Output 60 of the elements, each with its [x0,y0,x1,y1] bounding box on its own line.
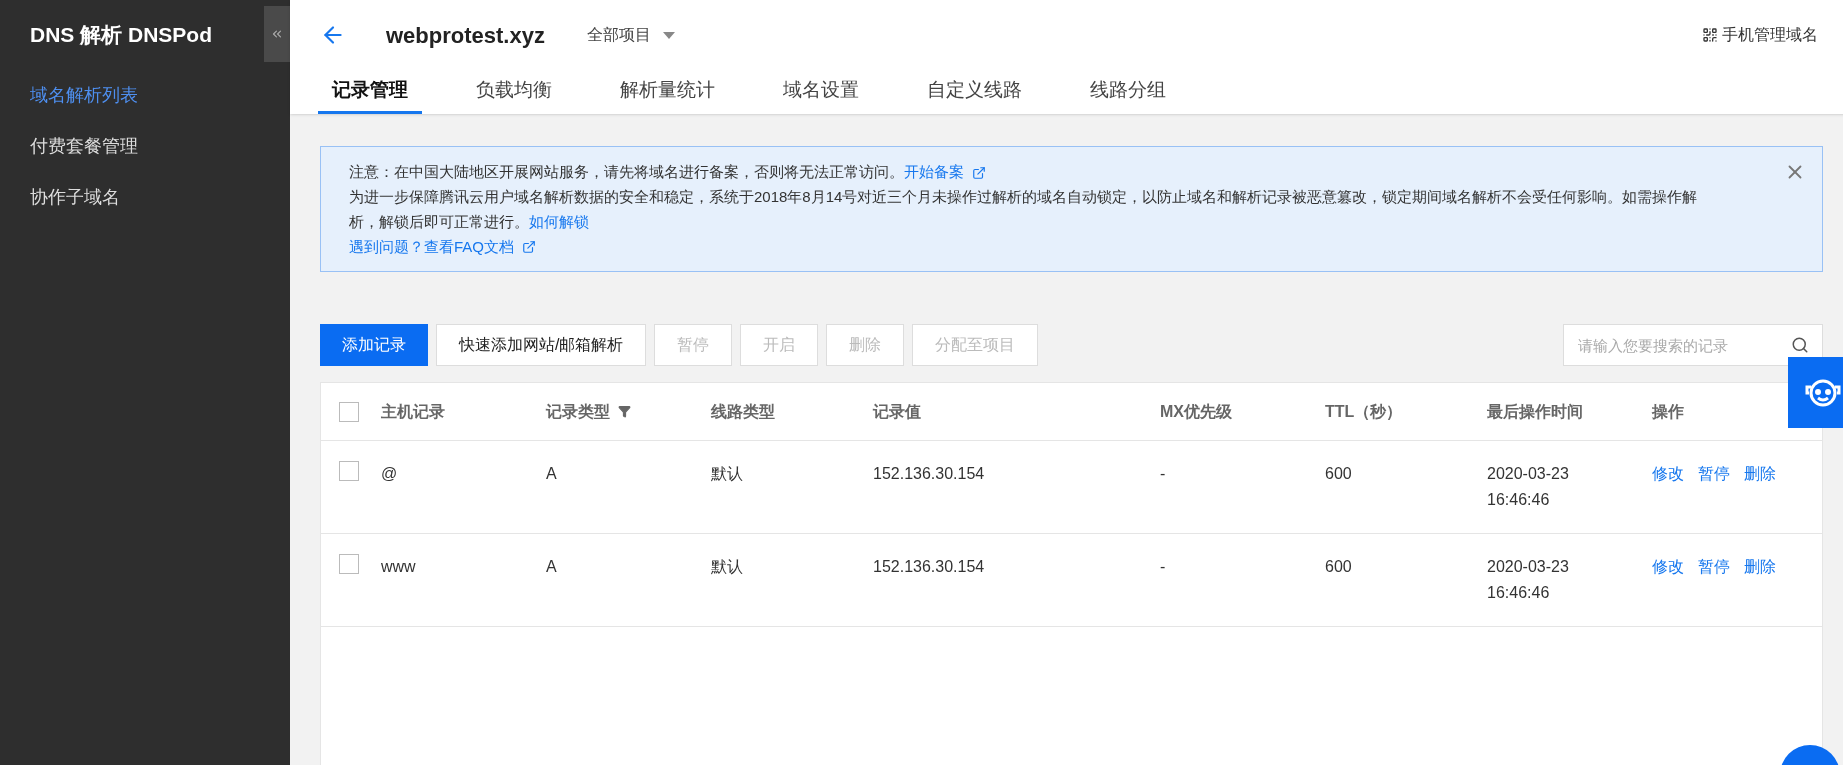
action-link[interactable]: 删除 [1744,554,1776,580]
table-cell-text: 600 [1325,464,1353,484]
external-link-icon [522,239,536,254]
mobile-manage-link[interactable]: 手机管理域名 [1702,23,1818,47]
toolbar-button[interactable]: 快速添加网站/邮箱解析 [436,324,647,366]
sidebar-item[interactable]: 协作子域名 [0,172,290,223]
notice-link[interactable]: 开始备案 [904,163,964,180]
column-header: TTL（秒） [1325,401,1403,422]
notice-text: 为进一步保障腾讯云用户域名解析数据的安全和稳定，系统于2018年8月14号对近三个月未操作过解析的域名自动锁定，以防止域名和解析记录被恶意篡改，锁定期间域名解析不会受任何影响。如需操作解析，解锁后即可正常进行。如何解锁 [349,187,1699,232]
tab[interactable]: 线路分组 [1076,70,1180,114]
table-cell-text: 600 [1325,557,1353,577]
search-field[interactable]: 请输入您要搜索的记录 [1563,324,1823,366]
column-header: 操作 [1652,401,1684,422]
action-link[interactable]: 修改 [1652,461,1684,487]
sidebar-item[interactable]: 付费套餐管理 [0,121,290,172]
tab[interactable]: 负载均衡 [462,70,566,114]
domain-title: webprotest.xyz [386,21,545,50]
column-header: 记录类型 [546,401,610,422]
search-icon [1791,336,1809,354]
column-header: 最后操作时间 [1487,401,1583,422]
table-cell-text: 默认 [711,464,744,484]
select-all-checkbox[interactable] [339,401,359,422]
table-cell-text: A [546,464,558,484]
tab[interactable]: 解析量统计 [606,70,729,114]
notice-link[interactable]: 如何解锁 [529,213,589,230]
external-link-icon [972,166,987,181]
app-title: DNS 解析 DNSPod [30,22,212,49]
tab[interactable]: 自定义线路 [913,70,1036,114]
table-cell-text: 默认 [711,557,744,577]
table-cell-text: @ [381,464,399,484]
table-cell-text: - [1160,464,1167,484]
tab[interactable]: 域名设置 [769,70,873,114]
column-header: MX优先级 [1160,401,1232,422]
table-cell-text: - [1160,557,1167,577]
column-header: 线路类型 [711,401,775,422]
table-cell-text: A [546,557,558,577]
filter-icon [618,405,631,418]
collapse-icon [270,27,284,41]
table-cell-text: 152.136.30.154 [873,557,986,577]
project-dropdown[interactable]: 全部项目 [586,23,675,47]
sidebar-item[interactable]: 域名解析列表 [0,70,290,121]
faq-link[interactable]: 遇到问题？查看FAQ文档 [349,234,514,259]
row-checkbox[interactable] [339,554,359,574]
table-cell-text: www [381,557,417,577]
support-button[interactable] [1788,357,1843,428]
toolbar-button[interactable]: 添加记录 [320,324,428,366]
row-checkbox[interactable] [339,461,359,481]
column-header: 记录值 [873,401,921,422]
tab[interactable]: 记录管理 [318,70,422,114]
table-cell-text: 2020-03-23 16:46:46 [1487,464,1570,510]
table-cell-text: 152.136.30.154 [873,464,986,484]
action-link[interactable]: 暂停 [1698,554,1730,580]
notice-text: 注意：在中国大陆地区开展网站服务，请先将域名进行备案，否则将无法正常访问。开始备案 [349,159,1794,184]
action-link[interactable]: 删除 [1744,461,1776,487]
caret-icon [662,31,675,39]
table-cell-text: 2020-03-23 16:46:46 [1487,557,1570,603]
action-link[interactable]: 暂停 [1698,461,1730,487]
column-header: 主机记录 [381,401,445,422]
action-link[interactable]: 修改 [1652,554,1684,580]
qr-code-icon [1702,27,1718,43]
